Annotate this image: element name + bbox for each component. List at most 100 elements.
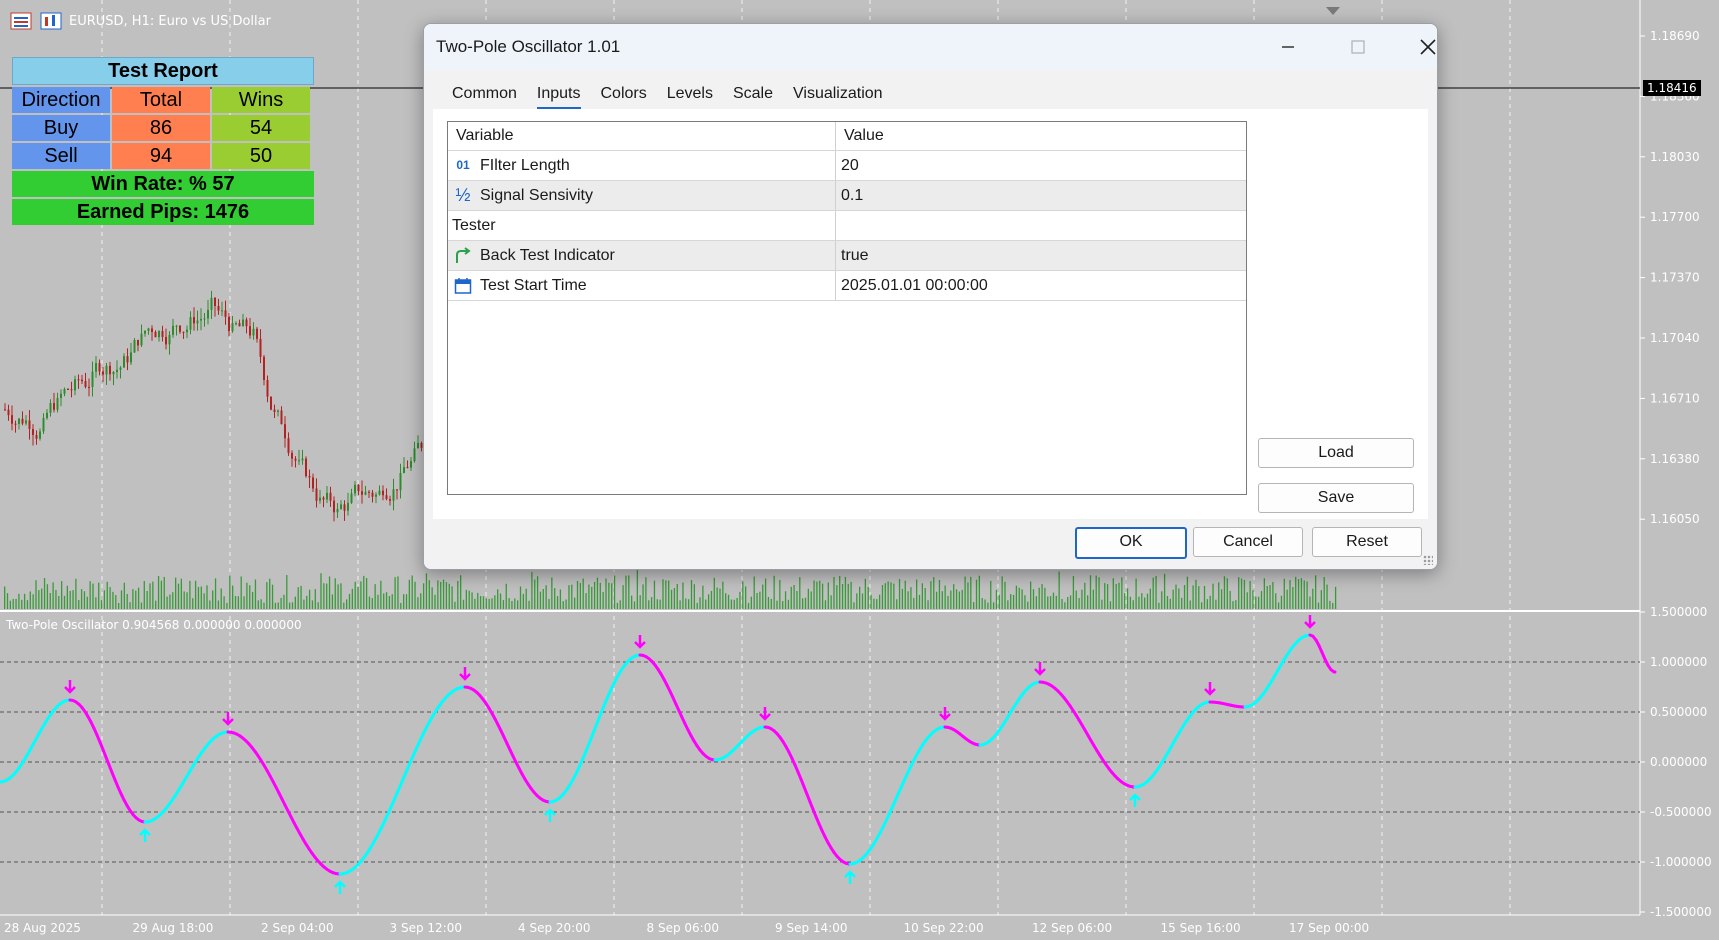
calendar-icon [452,275,474,297]
input-row-tester[interactable]: Tester [448,211,1246,241]
price-label: 1.18690 [1650,29,1700,43]
volume-bar [844,576,847,609]
volume-bar [1175,584,1177,609]
candle-body [217,305,220,311]
volume-bar [602,591,604,609]
volume-bar [1258,596,1260,609]
volume-bar [172,592,174,609]
reset-button[interactable]: Reset [1312,527,1422,557]
candle-body [277,410,279,412]
volume-bar [762,584,764,609]
list-icon[interactable] [10,12,32,30]
ok-button[interactable]: OK [1075,527,1187,559]
volume-bar [269,578,271,609]
price-label: 1.16710 [1650,391,1700,405]
volume-bar [725,593,727,609]
volume-bar [462,599,465,609]
column-value[interactable]: Value [836,122,1246,150]
load-button[interactable]: Load [1258,438,1414,468]
volume-bar [320,573,322,609]
column-variable[interactable]: Variable [448,122,836,150]
volume-bar [1315,575,1317,609]
volume-bar [804,597,807,609]
volume-bar [69,590,71,609]
volume-bar [83,591,86,609]
value-field[interactable]: 20 [836,151,1246,180]
volume-bar [992,602,995,609]
tab-scale[interactable]: Scale [723,80,783,108]
volume-bar [556,596,559,609]
volume-bars [4,566,1337,609]
volume-bar [1238,577,1240,609]
indicator-icon[interactable] [40,12,62,30]
candle-body [158,331,160,338]
dialog-titlebar[interactable]: Two-Pole Oscillator 1.01 [424,24,1437,70]
volume-bar [1277,602,1280,609]
value-field[interactable]: true [836,241,1246,270]
volume-bar [542,588,544,609]
osc-level-label: 1.000000 [1650,655,1707,669]
buy-signal-arrow-icon [139,828,151,842]
volume-bar [283,594,285,609]
tab-colors[interactable]: Colors [591,80,657,108]
minimize-button[interactable] [1268,32,1308,62]
volume-bar [1212,583,1214,609]
time-label: 3 Sep 12:00 [390,921,462,935]
volume-bar [759,591,761,609]
value-field[interactable]: 2025.01.01 00:00:00 [836,271,1246,300]
input-row-filter-length[interactable]: 01 FIlter Length 20 [448,151,1246,181]
volume-bar [739,591,741,609]
volume-bar [385,592,388,609]
volume-bar [1178,588,1180,609]
volume-bar [756,593,758,609]
close-button[interactable] [1408,32,1437,62]
volume-bar [1243,579,1246,609]
candle-body [305,458,307,477]
volume-bar [1252,590,1254,609]
volume-bar [582,578,584,609]
volume-bar [63,595,66,609]
maximize-button[interactable] [1338,32,1378,62]
volume-bar [536,576,539,609]
volume-bar [896,599,898,609]
input-row-test-start-time[interactable]: Test Start Time 2025.01.01 00:00:00 [448,271,1246,301]
volume-bar [645,577,647,609]
volume-bar [263,602,265,609]
volume-bar [574,597,576,609]
volume-bar [562,601,564,609]
report-sell-total: 94 [112,143,210,169]
volume-bar [1047,596,1049,609]
volume-bar [497,589,499,609]
candle-body [116,369,118,373]
volume-bar [816,581,818,609]
candle-body [291,452,293,459]
volume-bar [348,593,351,609]
volume-bar [1104,583,1106,609]
tab-visualization[interactable]: Visualization [783,80,893,108]
input-row-signal-sensivity[interactable]: ½ Signal Sensivity 0.1 [448,181,1246,211]
volume-bar [428,580,430,609]
buy-signal-arrow-icon [544,808,556,822]
save-button[interactable]: Save [1258,483,1414,513]
tab-inputs[interactable]: Inputs [527,80,591,110]
resize-grip[interactable] [1423,555,1433,565]
volume-bar [120,590,123,609]
volume-bar [397,576,399,609]
input-row-back-test[interactable]: Back Test Indicator true [448,241,1246,271]
report-sell-direction: Sell [12,143,110,169]
volume-bar [810,591,812,609]
volume-bar [773,575,775,609]
volume-bar [833,576,835,609]
tab-common[interactable]: Common [442,80,527,108]
value-field[interactable]: 0.1 [836,181,1246,210]
cancel-button[interactable]: Cancel [1193,527,1303,557]
volume-bar [214,578,217,609]
tab-levels[interactable]: Levels [657,80,723,108]
volume-bar [1032,589,1035,609]
volume-bar [793,585,795,609]
candle-body [130,352,132,363]
volume-bar [314,589,316,609]
candle-body [382,490,384,496]
volume-bar [787,599,790,609]
volume-bar [1138,596,1140,609]
